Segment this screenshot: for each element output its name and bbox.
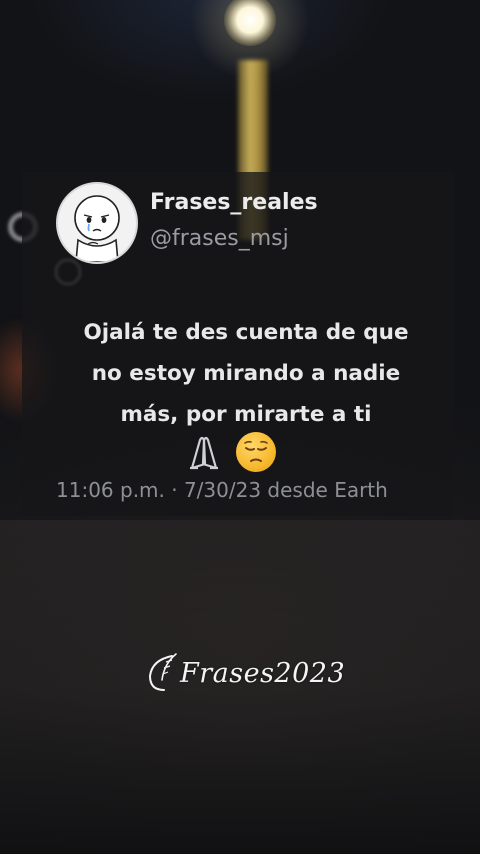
watermark-text: Frases2023	[180, 658, 346, 689]
tweet-card: Frases_reales @frases_msj Ojalá te des c…	[22, 172, 454, 516]
avatar	[56, 182, 138, 264]
emoji-row	[182, 430, 292, 474]
crying-child-avatar-icon	[74, 195, 120, 262]
pensive-face-icon	[236, 432, 276, 472]
display-name[interactable]: Frases_reales	[150, 190, 318, 215]
tweet-text-line: Ojalá te des cuenta de que	[83, 320, 409, 345]
tweet-text-line: no estoy mirando a nadie	[91, 361, 401, 386]
tweet-text: Ojalá te des cuenta de que no estoy mira…	[56, 312, 436, 435]
folded-hands-icon	[190, 436, 218, 470]
video-frame: Frases_reales @frases_msj Ojalá te des c…	[0, 0, 480, 854]
tweet-timestamp: 11:06 p.m. · 7/30/23 desde Earth	[56, 478, 388, 502]
tweet-text-line: más, por mirarte a ti	[120, 402, 372, 427]
user-handle[interactable]: @frases_msj	[150, 226, 289, 251]
watermark: Frases2023	[142, 646, 346, 702]
